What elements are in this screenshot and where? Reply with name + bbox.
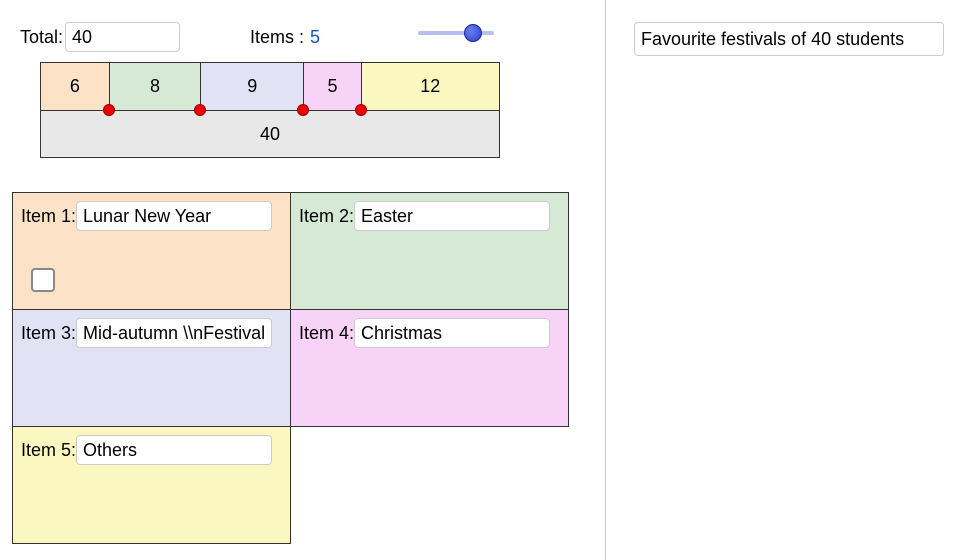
bar-segment-2: 8 bbox=[110, 63, 202, 110]
total-input[interactable] bbox=[65, 22, 180, 52]
bar-segment-value: 8 bbox=[150, 76, 160, 97]
item-input-1[interactable] bbox=[76, 201, 272, 231]
pane-divider bbox=[605, 0, 606, 560]
item-label: Item 1: bbox=[21, 206, 76, 227]
bar-segment-value: 9 bbox=[247, 76, 257, 97]
item-cell-5: Item 5: bbox=[12, 426, 291, 544]
item-label: Item 4: bbox=[299, 323, 354, 344]
slider-track bbox=[418, 31, 494, 35]
item-cell-2: Item 2: bbox=[290, 192, 569, 310]
item-cell-4: Item 4: bbox=[290, 309, 569, 427]
item-input-3[interactable] bbox=[76, 318, 272, 348]
total-label: Total: bbox=[20, 27, 63, 48]
bar-segment-value: 6 bbox=[70, 76, 80, 97]
bar-segment-value: 12 bbox=[420, 76, 440, 97]
item-input-2[interactable] bbox=[354, 201, 550, 231]
bar-model: 6 8 9 5 12 40 bbox=[40, 62, 500, 158]
bar-segment-value: 5 bbox=[327, 76, 337, 97]
item-input-5[interactable] bbox=[76, 435, 272, 465]
bar-handle-1[interactable] bbox=[103, 104, 115, 116]
bar-handle-4[interactable] bbox=[355, 104, 367, 116]
item-label: Item 2: bbox=[299, 206, 354, 227]
items-label: Items : bbox=[250, 27, 304, 48]
item-checkbox-1[interactable] bbox=[31, 268, 55, 292]
items-slider[interactable] bbox=[418, 28, 494, 38]
item-label: Item 5: bbox=[21, 440, 76, 461]
bar-segment-3: 9 bbox=[201, 63, 304, 110]
item-cell-1: Item 1: bbox=[12, 192, 291, 310]
bar-segment-5: 12 bbox=[362, 63, 499, 110]
item-grid: Item 1: Item 2: Item 3: Item 4: Item 5: bbox=[12, 192, 572, 543]
bar-total-row: 40 bbox=[40, 110, 500, 158]
bar-segment-4: 5 bbox=[304, 63, 361, 110]
chart-title-input[interactable] bbox=[634, 22, 944, 56]
items-value: 5 bbox=[310, 27, 320, 48]
item-input-4[interactable] bbox=[354, 318, 550, 348]
bar-total-label: 40 bbox=[260, 124, 280, 145]
bar-segment-1: 6 bbox=[41, 63, 110, 110]
item-label: Item 3: bbox=[21, 323, 76, 344]
item-cell-3: Item 3: bbox=[12, 309, 291, 427]
